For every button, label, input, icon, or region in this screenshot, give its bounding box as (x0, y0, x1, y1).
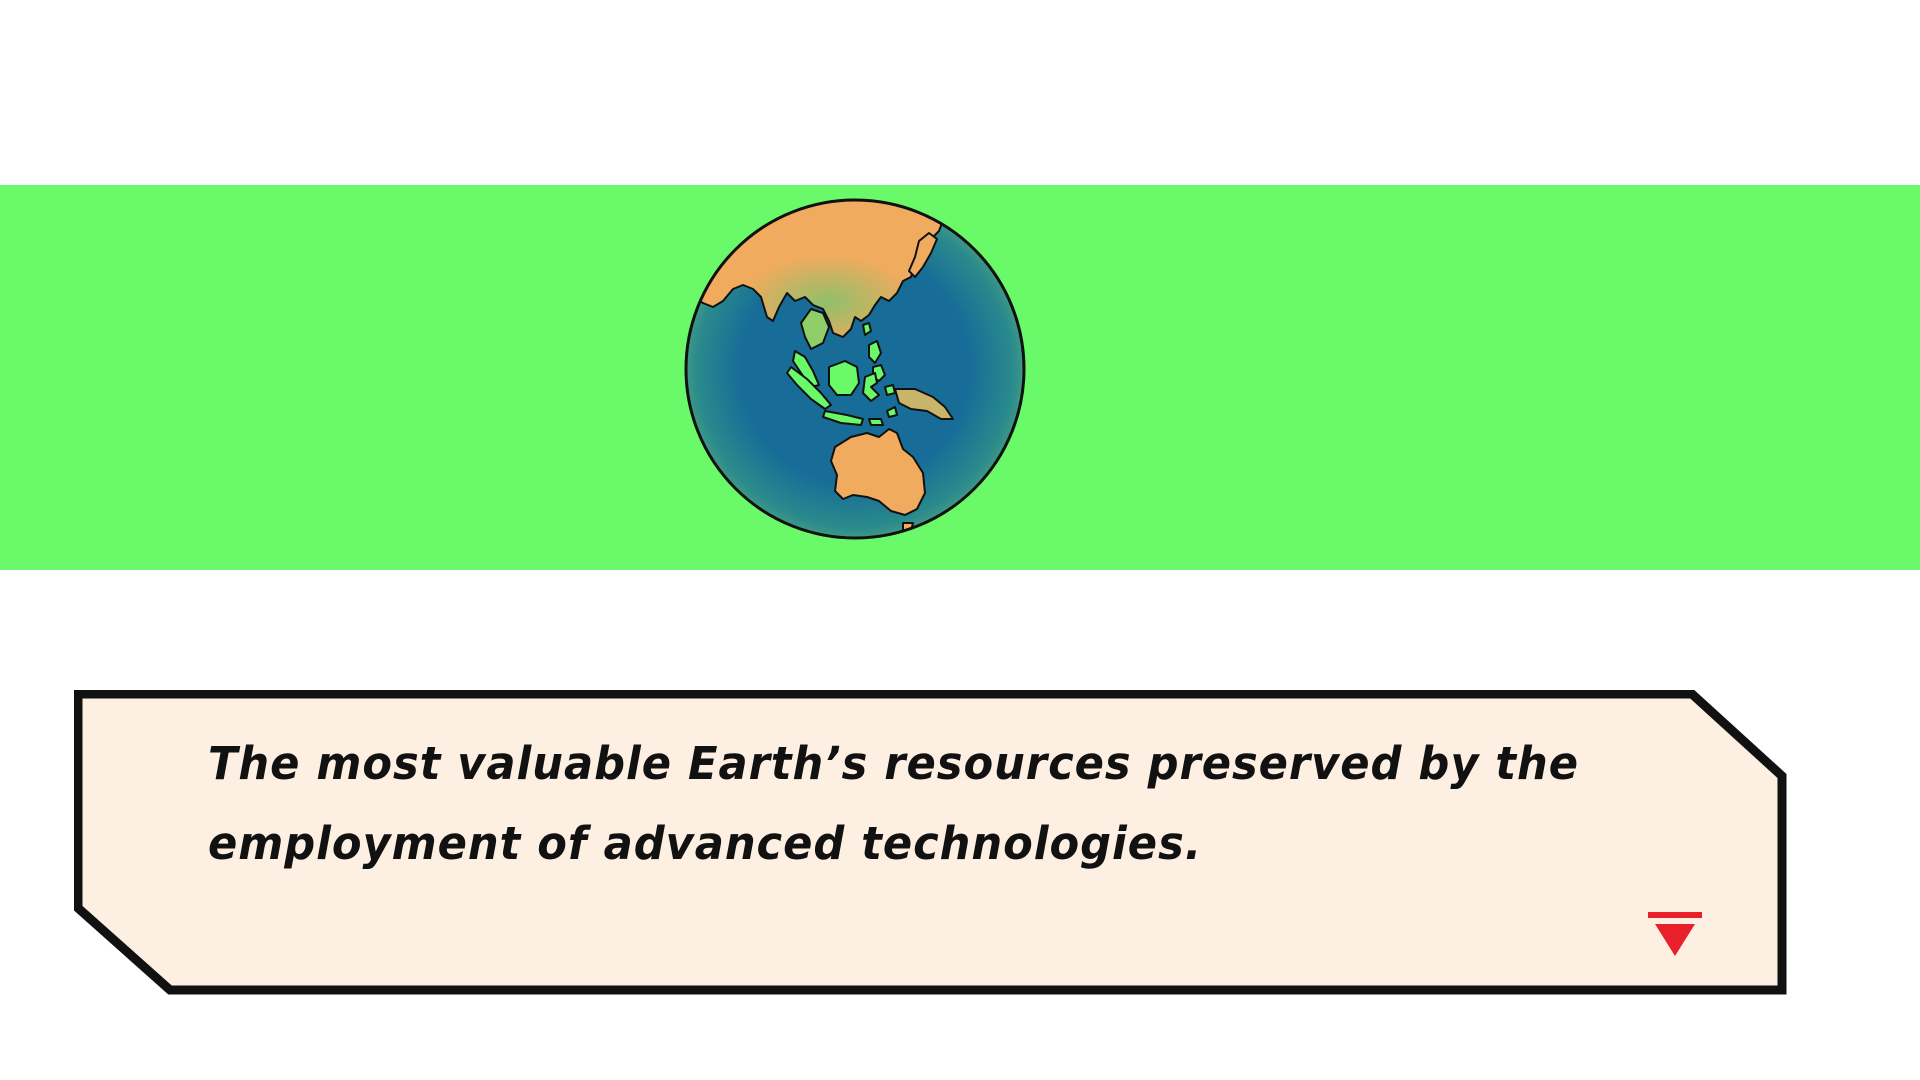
dialog-box[interactable]: The most valuable Earth’s resources pres… (74, 690, 1794, 996)
dialog-text: The most valuable Earth’s resources pres… (208, 737, 1580, 870)
earth-globe-icon (684, 198, 1026, 540)
game-scene: The most valuable Earth’s resources pres… (0, 0, 1920, 1080)
next-arrow-icon[interactable] (1648, 912, 1702, 956)
